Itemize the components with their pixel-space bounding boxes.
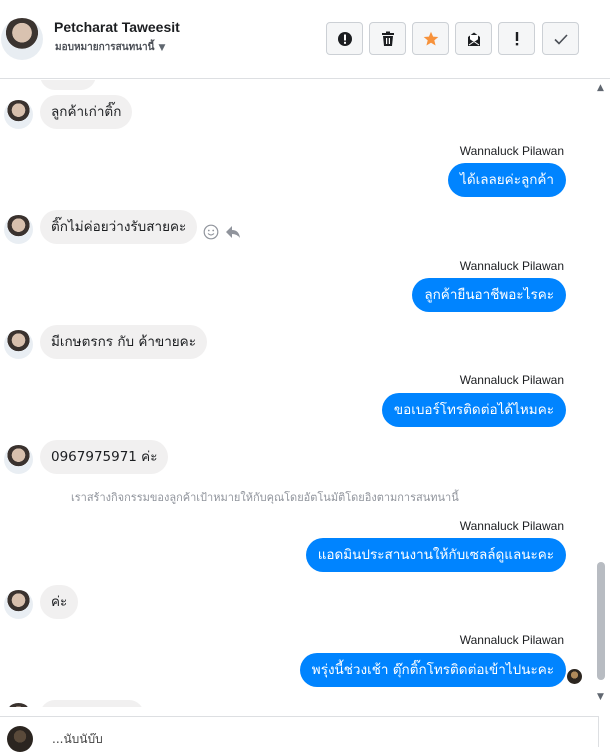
- sender-name: Wannaluck Pilawan: [459, 373, 564, 387]
- sender-avatar[interactable]: [4, 330, 33, 359]
- composer[interactable]: ...นับนับ๊บ: [0, 716, 599, 752]
- message-bubble-outgoing[interactable]: แอดมินประสานงานให้กับเซลล์ดูแลนะคะ: [305, 538, 566, 572]
- assign-conversation-dropdown[interactable]: มอบหมายการสนทนานี้ ▼: [55, 40, 165, 55]
- message-scrollbar[interactable]: ▲ ▼: [593, 80, 610, 707]
- seen-avatar: [567, 669, 582, 684]
- sender-name: Wannaluck Pilawan: [459, 519, 564, 533]
- message-bubble-outgoing[interactable]: ลูกค้ายืนอาชีพอะไรคะ: [412, 278, 566, 312]
- sender-name: Wannaluck Pilawan: [459, 633, 564, 647]
- reply-icon[interactable]: [225, 224, 241, 240]
- message-bubble-incoming[interactable]: ค่ะ: [40, 585, 79, 619]
- composer-input[interactable]: ...นับนับ๊บ: [52, 730, 103, 749]
- message-bubble-outgoing[interactable]: พรุ่งนี้ช่วงเช้า ตุ๊กติ๊กโทรติดต่อเข้าไป…: [299, 653, 566, 687]
- composer-avatar: [7, 726, 33, 752]
- contact-avatar[interactable]: [1, 18, 43, 60]
- alert-button[interactable]: [326, 22, 363, 55]
- star-icon: [423, 31, 438, 45]
- system-note: เราสร้างกิจกรรมของลูกค้าเป้าหมายให้กับคุ…: [71, 491, 459, 504]
- alert-circle-icon: [337, 31, 352, 46]
- trash-icon: [381, 31, 394, 46]
- assign-label: มอบหมายการสนทนานี้: [55, 42, 155, 53]
- message-list[interactable]: ลูกค้าเก่าติ๊ก Wannaluck Pilawan ได้เลลย…: [0, 80, 593, 707]
- done-button[interactable]: [542, 22, 579, 55]
- delete-button[interactable]: [369, 22, 406, 55]
- envelope-icon: [467, 32, 480, 46]
- message-bubble-incoming[interactable]: มีเกษตรกร กับ ค้าขายคะ: [40, 325, 207, 359]
- emoji-react-icon[interactable]: [203, 224, 219, 240]
- message-bubble-partial: [40, 700, 144, 707]
- sender-avatar[interactable]: [4, 215, 33, 244]
- scroll-down-arrow-icon[interactable]: ▼: [597, 693, 604, 702]
- message-bubble-incoming[interactable]: ลูกค้าเก่าติ๊ก: [40, 95, 133, 129]
- mark-unread-button[interactable]: [455, 22, 492, 55]
- conversation-header: Petcharat Taweesit มอบหมายการสนทนานี้ ▼: [0, 0, 610, 79]
- message-bubble-partial: [40, 80, 96, 90]
- exclamation-icon: [515, 31, 518, 45]
- sender-avatar[interactable]: [4, 445, 33, 474]
- message-bubble-incoming[interactable]: 0967975971 ค่ะ: [40, 440, 169, 474]
- message-bubble-incoming[interactable]: ติ๊กไม่ค่อยว่างรับสายคะ: [40, 210, 198, 244]
- star-button[interactable]: [412, 22, 449, 55]
- sender-name: Wannaluck Pilawan: [459, 144, 564, 158]
- important-button[interactable]: [498, 22, 535, 55]
- sender-name: Wannaluck Pilawan: [459, 259, 564, 273]
- sender-avatar[interactable]: [4, 703, 33, 707]
- contact-name[interactable]: Petcharat Taweesit: [54, 19, 180, 35]
- message-bubble-outgoing[interactable]: ได้เลลยค่ะลูกค้า: [448, 163, 566, 197]
- message-bubble-outgoing[interactable]: ขอเบอร์โทรติดต่อได้ไหมคะ: [381, 393, 566, 427]
- message-actions: [203, 224, 241, 240]
- check-icon: [553, 33, 568, 45]
- sender-avatar[interactable]: [4, 100, 33, 129]
- caret-down-icon: ▼: [158, 43, 166, 53]
- scroll-up-arrow-icon[interactable]: ▲: [597, 84, 604, 93]
- scroll-thumb[interactable]: [597, 562, 605, 680]
- sender-avatar[interactable]: [4, 590, 33, 619]
